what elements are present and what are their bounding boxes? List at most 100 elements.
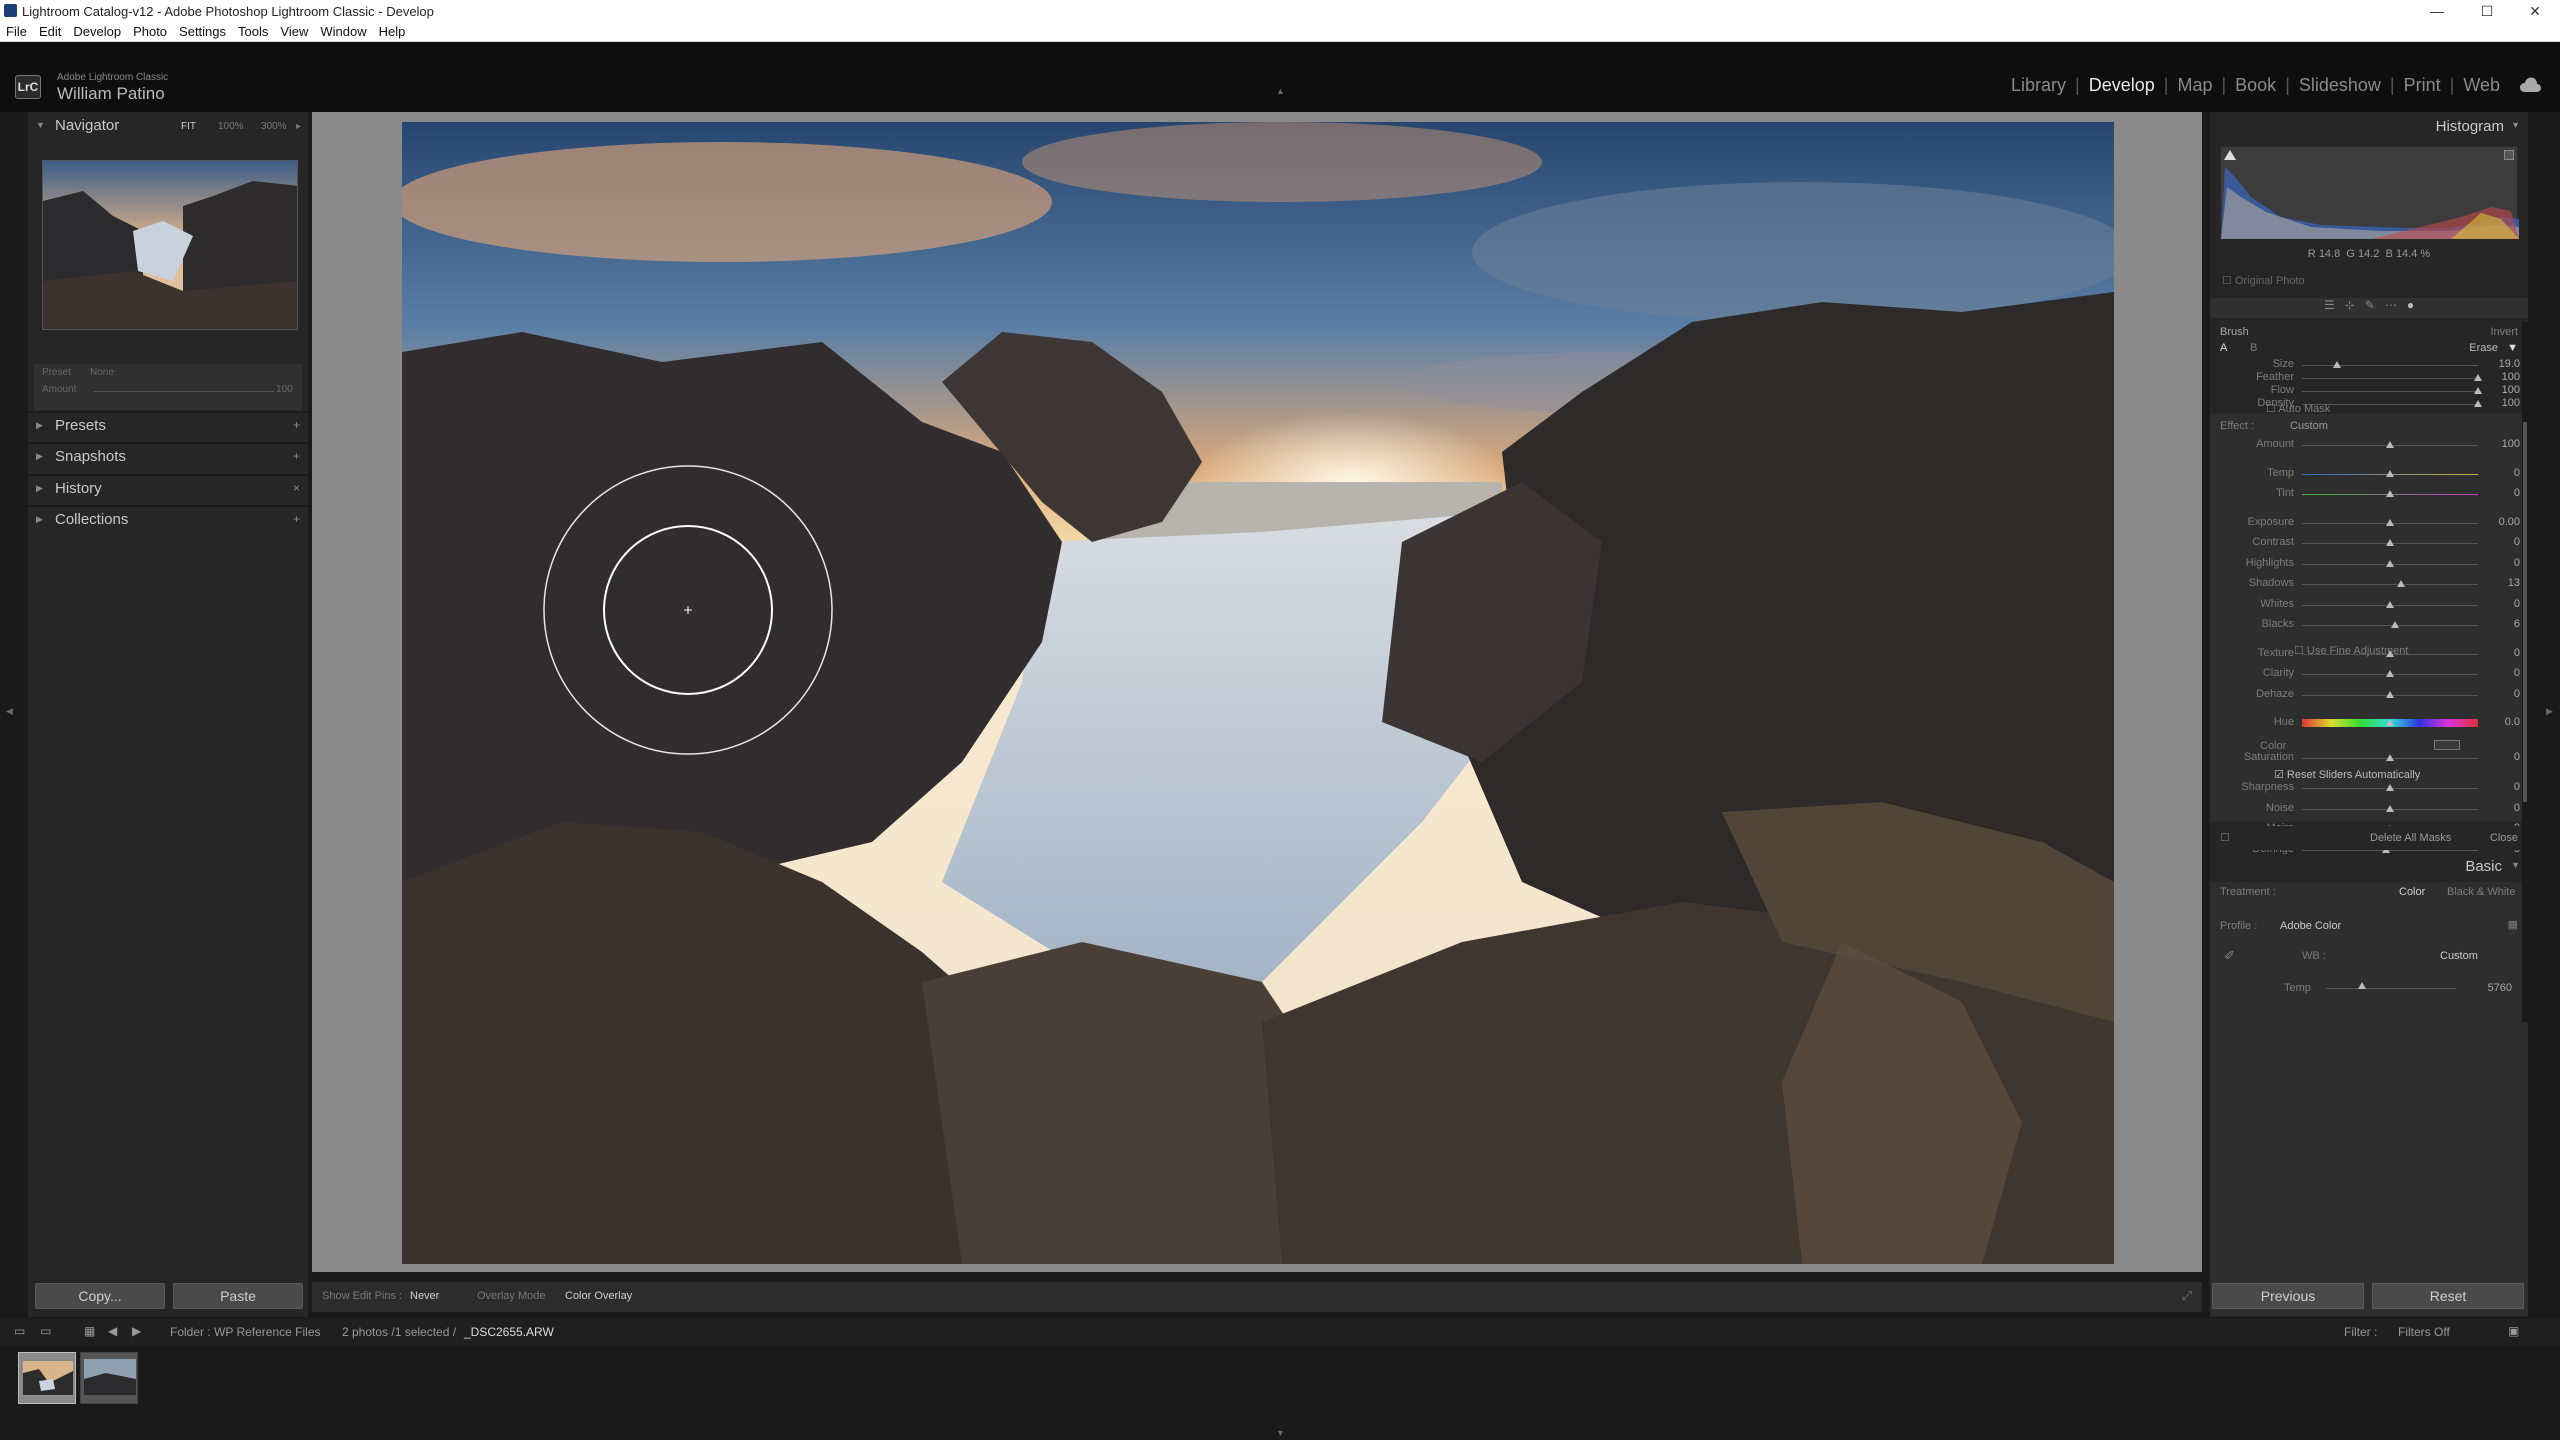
copy-settings-button[interactable]: Copy... xyxy=(35,1283,165,1309)
profile-browser-icon[interactable]: ▦ xyxy=(2508,918,2518,931)
module-map[interactable]: Map xyxy=(2177,75,2212,96)
sharpness-slider-thumb[interactable] xyxy=(2386,784,2394,791)
module-print[interactable]: Print xyxy=(2404,75,2441,96)
add-preset-icon[interactable]: + xyxy=(293,418,300,432)
size-slider-track[interactable] xyxy=(2302,365,2478,366)
module-slideshow[interactable]: Slideshow xyxy=(2299,75,2381,96)
nav-back-icon[interactable]: ◀ xyxy=(108,1324,117,1338)
menu-settings[interactable]: Settings xyxy=(179,24,226,39)
collapse-right-panel-icon[interactable]: ▶ xyxy=(2546,706,2553,717)
brush-tool-icon[interactable]: ✎ xyxy=(2365,298,2375,312)
original-photo-toggle[interactable]: ☐ Original Photo xyxy=(2222,274,2305,287)
mask-overlay-toggle[interactable]: ☐ xyxy=(2220,831,2230,844)
effect-preset-select[interactable]: Custom xyxy=(2290,420,2328,432)
crop-tool-icon[interactable]: ☰ xyxy=(2324,298,2335,312)
film-thumb-selected[interactable] xyxy=(18,1352,76,1404)
menu-help[interactable]: Help xyxy=(379,24,406,39)
reset-button[interactable]: Reset xyxy=(2372,1283,2524,1309)
contrast-slider-thumb[interactable] xyxy=(2386,539,2394,546)
brush-a-option[interactable]: A xyxy=(2220,342,2227,354)
close-window-button[interactable]: ✕ xyxy=(2512,0,2558,22)
navigator-preview[interactable] xyxy=(42,160,298,330)
minimize-button[interactable]: — xyxy=(2414,0,2460,22)
exposure-slider-thumb[interactable] xyxy=(2386,518,2394,526)
second-monitor-icon[interactable]: ▭ xyxy=(40,1324,51,1338)
grid-view-icon[interactable]: ▦ xyxy=(84,1324,95,1338)
wb-eyedropper-icon[interactable]: ✐ xyxy=(2224,948,2235,964)
module-web[interactable]: Web xyxy=(2463,75,2500,96)
amount-slider-track[interactable] xyxy=(94,391,274,392)
menu-develop[interactable]: Develop xyxy=(73,24,121,39)
source-folder[interactable]: Folder : WP Reference Files xyxy=(170,1325,321,1339)
collapse-filmstrip-icon[interactable]: ▼ xyxy=(1276,1428,1285,1438)
fine-adjustment-checkbox[interactable]: ☐ Use Fine Adjustment xyxy=(2294,644,2408,657)
dehaze-slider-thumb[interactable] xyxy=(2386,690,2394,698)
right-panel-scrollbar[interactable] xyxy=(2522,322,2528,1022)
whites-slider-thumb[interactable] xyxy=(2386,600,2394,608)
menu-view[interactable]: View xyxy=(280,24,308,39)
menu-tools[interactable]: Tools xyxy=(238,24,268,39)
presets-header[interactable]: ▶ Presets + xyxy=(28,412,308,442)
invert-checkbox[interactable]: Invert xyxy=(2490,326,2518,338)
module-library[interactable]: Library xyxy=(2011,75,2066,96)
collapse-left-panel-icon[interactable]: ◀ xyxy=(6,706,13,717)
module-develop[interactable]: Develop xyxy=(2089,75,2155,96)
temp-slider-thumb[interactable] xyxy=(2386,469,2394,477)
saturation-slider-thumb[interactable] xyxy=(2386,753,2394,761)
cloud-sync-icon[interactable] xyxy=(2518,76,2542,96)
history-header[interactable]: ▶ History × xyxy=(28,475,308,505)
clear-history-icon[interactable]: × xyxy=(293,481,300,495)
basic-header[interactable]: Basic ▼ xyxy=(2210,854,2528,880)
clarity-slider-thumb[interactable] xyxy=(2386,670,2394,677)
masking-tool-icon[interactable]: ● xyxy=(2407,298,2414,312)
second-window-icon[interactable]: ▭ xyxy=(14,1324,25,1338)
shadows-slider-thumb[interactable] xyxy=(2396,580,2405,587)
blacks-slider-track[interactable] xyxy=(2302,625,2478,626)
zoom-100-option[interactable]: 100% xyxy=(218,121,244,132)
color-swatch[interactable] xyxy=(2434,740,2460,750)
feather-slider-track[interactable] xyxy=(2302,378,2478,379)
brush-b-option[interactable]: B xyxy=(2250,342,2257,354)
profile-select[interactable]: Adobe Color xyxy=(2280,920,2341,932)
menu-edit[interactable]: Edit xyxy=(39,24,61,39)
highlights-slider-thumb[interactable] xyxy=(2386,559,2394,567)
maximize-button[interactable]: ☐ xyxy=(2464,0,2510,22)
basic-temp-slider-track[interactable] xyxy=(2326,988,2456,989)
tint-slider-thumb[interactable] xyxy=(2386,490,2394,497)
reset-sliders-checkbox[interactable]: ☑ Reset Sliders Automatically xyxy=(2274,768,2420,781)
module-book[interactable]: Book xyxy=(2235,75,2276,96)
wb-select[interactable]: Custom xyxy=(2440,950,2478,962)
amount-slider-thumb[interactable] xyxy=(2386,441,2394,448)
histogram-graph[interactable] xyxy=(2220,146,2519,239)
erase-toggle-icon[interactable]: ▼ xyxy=(2507,342,2518,354)
previous-button[interactable]: Previous xyxy=(2212,1283,2364,1309)
basic-temp-slider-thumb[interactable] xyxy=(2358,982,2366,989)
zoom-more-icon[interactable]: ▸ xyxy=(296,121,301,132)
menu-photo[interactable]: Photo xyxy=(133,24,167,39)
filter-lock-icon[interactable]: ▣ xyxy=(2508,1324,2519,1338)
treatment-bw-option[interactable]: Black & White xyxy=(2447,886,2515,898)
navigator-header[interactable]: ▼ Navigator FIT 100% 300% ▸ xyxy=(28,112,308,142)
histogram-header[interactable]: Histogram ▼ xyxy=(2210,112,2528,140)
more-tools-icon[interactable]: ⋯ xyxy=(2385,298,2397,312)
delete-all-masks-button[interactable]: Delete All Masks xyxy=(2370,832,2451,844)
selected-filename[interactable]: _DSC2655.ARW xyxy=(464,1325,554,1339)
close-masks-button[interactable]: Close xyxy=(2490,832,2518,844)
size-slider-thumb[interactable] xyxy=(2333,361,2342,368)
collections-header[interactable]: ▶ Collections + xyxy=(28,506,308,536)
add-collection-icon[interactable]: + xyxy=(293,512,300,526)
treatment-color-option[interactable]: Color xyxy=(2399,886,2425,898)
nav-forward-icon[interactable]: ▶ xyxy=(132,1324,141,1338)
add-snapshot-icon[interactable]: + xyxy=(293,449,300,463)
flow-slider-track[interactable] xyxy=(2302,391,2478,392)
show-edit-pins-select[interactable]: Never xyxy=(410,1290,439,1302)
shadows-slider-track[interactable] xyxy=(2302,584,2478,585)
erase-option[interactable]: Erase xyxy=(2469,342,2498,354)
overlay-mode-select[interactable]: Color Overlay xyxy=(565,1290,632,1302)
spot-removal-icon[interactable]: ⊹ xyxy=(2345,298,2355,312)
highlight-clipping-icon[interactable] xyxy=(2504,150,2514,160)
menu-file[interactable]: File xyxy=(6,24,27,39)
shadow-clipping-icon[interactable] xyxy=(2224,150,2236,160)
snapshots-header[interactable]: ▶ Snapshots + xyxy=(28,443,308,473)
filter-select[interactable]: Filters Off xyxy=(2398,1325,2450,1339)
